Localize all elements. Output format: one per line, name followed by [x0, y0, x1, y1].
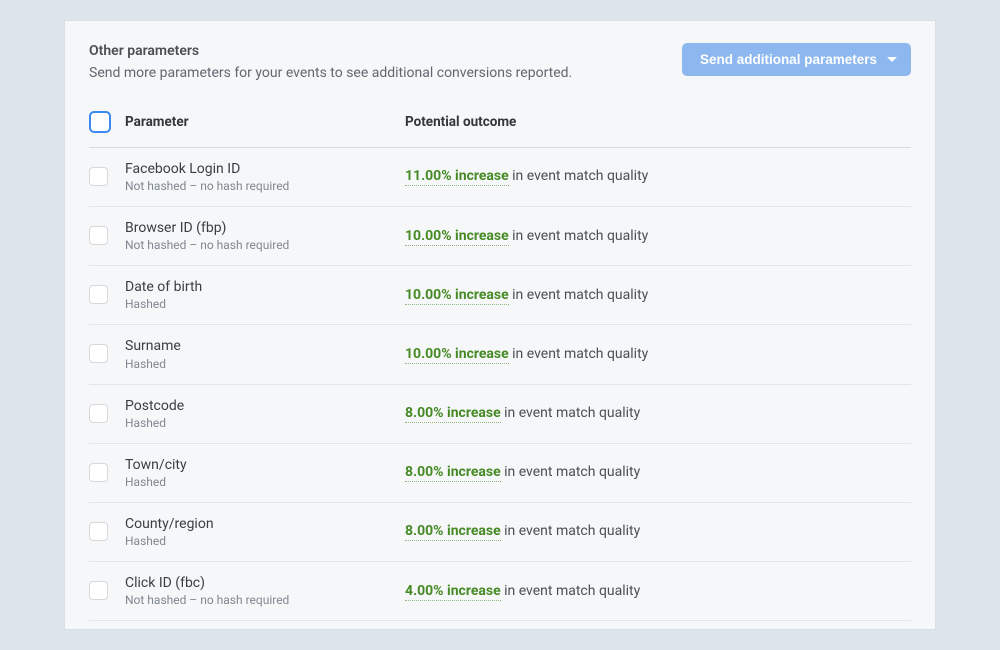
increase-value: 8.00% increase [405, 405, 501, 423]
column-header-parameter: Parameter [125, 114, 405, 130]
parameter-name: Surname [125, 337, 405, 355]
parameter-hash-status: Not hashed – no hash required [125, 593, 405, 607]
outcome-suffix: in event match quality [501, 405, 641, 421]
parameter-name: Click ID (fbc) [125, 574, 405, 592]
parameters-panel: Other parameters Send more parameters fo… [65, 21, 935, 630]
parameter-hash-status: Hashed [125, 357, 405, 371]
row-checkbox[interactable] [89, 226, 108, 245]
parameter-name: Facebook Login ID [125, 160, 405, 178]
parameter-hash-status: Hashed [125, 534, 405, 548]
parameter-hash-status: Not hashed – no hash required [125, 179, 405, 193]
row-checkbox[interactable] [89, 522, 108, 541]
parameter-hash-status: Not hashed – no hash required [125, 238, 405, 252]
send-additional-parameters-button[interactable]: Send additional parameters [682, 43, 911, 76]
table-row: Town/cityHashed8.00% increase in event m… [89, 444, 911, 503]
parameter-hash-status: Hashed [125, 475, 405, 489]
outcome-suffix: in event match quality [501, 523, 641, 539]
potential-outcome: 8.00% increase in event match quality [405, 523, 911, 539]
increase-value: 4.00% increase [405, 583, 501, 601]
outcome-suffix: in event match quality [509, 346, 649, 362]
outcome-suffix: in event match quality [509, 228, 649, 244]
increase-value: 8.00% increase [405, 523, 501, 541]
outcome-suffix: in event match quality [501, 583, 641, 599]
parameters-table: Parameter Potential outcome Facebook Log… [89, 105, 911, 622]
increase-value: 8.00% increase [405, 464, 501, 482]
row-checkbox[interactable] [89, 404, 108, 423]
increase-value: 11.00% increase [405, 168, 509, 186]
chevron-down-icon [887, 57, 897, 62]
section-subtitle: Send more parameters for your events to … [89, 65, 666, 81]
row-checkbox[interactable] [89, 581, 108, 600]
panel-header: Other parameters Send more parameters fo… [89, 43, 911, 81]
row-checkbox[interactable] [89, 167, 108, 186]
table-row: Browser ID (fbp)Not hashed – no hash req… [89, 207, 911, 266]
potential-outcome: 4.00% increase in event match quality [405, 583, 911, 599]
table-header-row: Parameter Potential outcome [89, 105, 911, 148]
potential-outcome: 10.00% increase in event match quality [405, 228, 911, 244]
row-checkbox[interactable] [89, 344, 108, 363]
parameter-name: Date of birth [125, 278, 405, 296]
table-row: Surname Hashed10.00% increase in event ma… [89, 325, 911, 384]
row-checkbox[interactable] [89, 285, 108, 304]
parameter-hash-status: Hashed [125, 416, 405, 430]
parameter-name: County/region [125, 515, 405, 533]
table-row: Facebook Login IDNot hashed – no hash re… [89, 148, 911, 207]
potential-outcome: 8.00% increase in event match quality [405, 464, 911, 480]
parameter-name: Browser ID (fbp) [125, 219, 405, 237]
table-row: Date of birthHashed10.00% increase in ev… [89, 266, 911, 325]
select-all-checkbox[interactable] [89, 111, 111, 133]
row-checkbox[interactable] [89, 463, 108, 482]
parameter-name: Postcode [125, 397, 405, 415]
potential-outcome: 11.00% increase in event match quality [405, 168, 911, 184]
potential-outcome: 10.00% increase in event match quality [405, 346, 911, 362]
table-row: PostcodeHashed8.00% increase in event ma… [89, 385, 911, 444]
outcome-suffix: in event match quality [509, 168, 649, 184]
potential-outcome: 10.00% increase in event match quality [405, 287, 911, 303]
increase-value: 10.00% increase [405, 346, 509, 364]
increase-value: 10.00% increase [405, 287, 509, 305]
send-button-label: Send additional parameters [700, 52, 877, 67]
section-title: Other parameters [89, 43, 666, 59]
column-header-outcome: Potential outcome [405, 114, 911, 130]
outcome-suffix: in event match quality [509, 287, 649, 303]
table-row: Click ID (fbc)Not hashed – no hash requi… [89, 562, 911, 621]
header-text-block: Other parameters Send more parameters fo… [89, 43, 682, 81]
outcome-suffix: in event match quality [501, 464, 641, 480]
increase-value: 10.00% increase [405, 228, 509, 246]
parameter-name: Town/city [125, 456, 405, 474]
potential-outcome: 8.00% increase in event match quality [405, 405, 911, 421]
table-row: County/regionHashed8.00% increase in eve… [89, 503, 911, 562]
parameter-hash-status: Hashed [125, 297, 405, 311]
